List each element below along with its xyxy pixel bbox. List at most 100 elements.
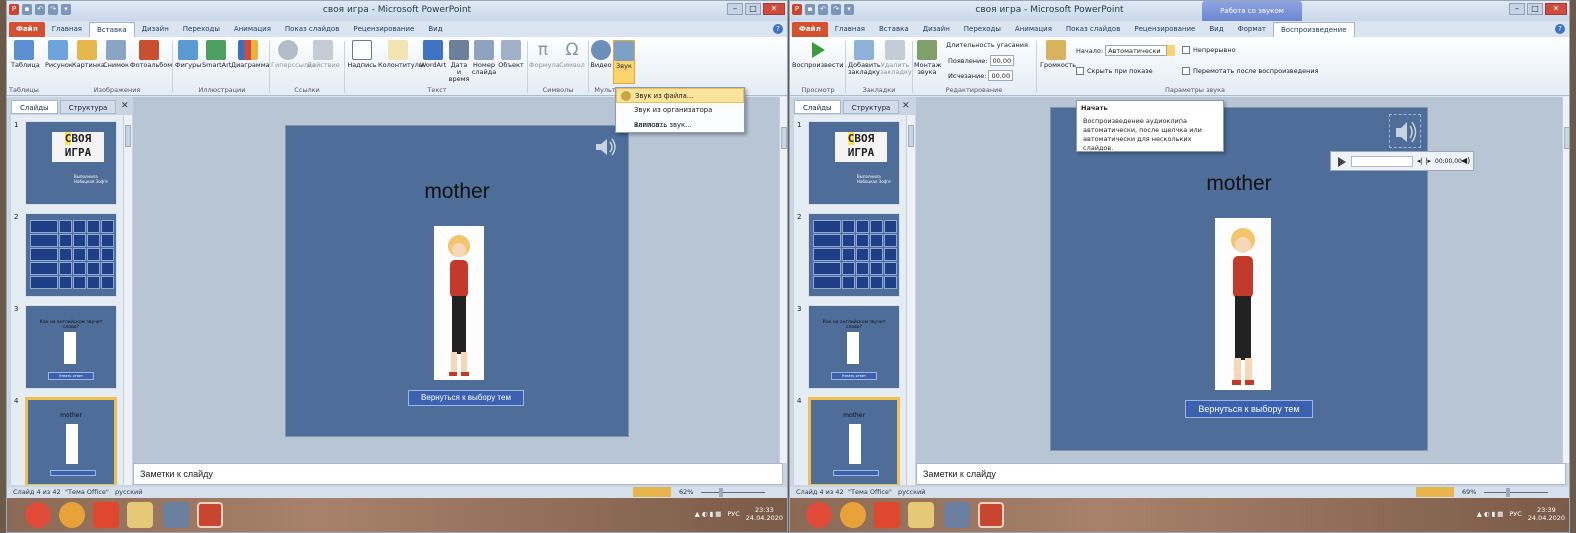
skip-icons[interactable]: ◂| |▸ xyxy=(1417,157,1431,165)
tab-insert[interactable]: Вставка xyxy=(88,22,135,37)
input-language[interactable]: РУС xyxy=(727,510,739,518)
tray-icons[interactable]: ▲ ◐ ▮ ▦ xyxy=(1477,510,1504,518)
tab-outline[interactable]: Структура xyxy=(59,100,117,114)
tray-icons[interactable]: ▲ ◐ ▮ ▦ xyxy=(695,510,722,518)
tab-file[interactable]: Файл xyxy=(792,22,828,37)
powerpoint-taskbar-icon[interactable] xyxy=(978,502,1004,528)
datetime-button[interactable]: Дата и время xyxy=(448,40,470,83)
slide-scrollbar[interactable] xyxy=(1562,97,1569,463)
tab-review[interactable]: Рецензирование xyxy=(346,22,421,37)
play-button[interactable]: Воспроизвести xyxy=(792,40,843,69)
audio-speaker-icon[interactable] xyxy=(594,136,618,158)
player-volume-icon[interactable]: ◀) xyxy=(1461,156,1470,165)
tab-slides[interactable]: Слайды xyxy=(794,100,841,114)
tab-file[interactable]: Файл xyxy=(9,22,45,37)
slide-scrollbar[interactable] xyxy=(779,97,787,463)
close-button[interactable]: ✕ xyxy=(1545,3,1567,15)
hide-checkbox[interactable] xyxy=(1076,67,1084,75)
clock[interactable]: 23:33 24.04.2020 xyxy=(746,506,783,522)
help-icon[interactable]: ? xyxy=(773,24,783,34)
menu-sound-from-clip-organizer[interactable]: Звук из организатора клипов... xyxy=(616,103,744,129)
powerpoint-taskbar-icon[interactable] xyxy=(197,502,223,528)
hide-during-show[interactable]: Скрыть при показе xyxy=(1076,67,1153,75)
audio-speaker-icon[interactable] xyxy=(1389,114,1421,148)
slide-thumb-4[interactable]: mother xyxy=(25,397,117,485)
thumbnails-scrollbar[interactable] xyxy=(123,115,132,485)
tab-slideshow[interactable]: Показ слайдов xyxy=(278,22,346,37)
yandex-icon[interactable] xyxy=(93,502,119,528)
minimize-button[interactable]: – xyxy=(727,3,743,15)
chrome-icon[interactable] xyxy=(25,502,51,528)
maximize-button[interactable]: □ xyxy=(745,3,761,15)
slide-number-button[interactable]: Номер слайда xyxy=(471,40,497,76)
rewind-checkbox[interactable] xyxy=(1182,67,1190,75)
chart-button[interactable]: Диаграмма xyxy=(231,40,270,69)
screenshot-button[interactable]: Снимок xyxy=(103,40,129,69)
view-buttons[interactable] xyxy=(633,487,671,497)
close-button[interactable]: ✕ xyxy=(763,3,785,15)
shapes-button[interactable]: Фигуры xyxy=(175,40,201,69)
tab-home[interactable]: Главная xyxy=(45,22,89,37)
chrome-icon[interactable] xyxy=(806,502,832,528)
notes-pane[interactable]: Заметки к слайду xyxy=(916,463,1566,485)
app-icon[interactable] xyxy=(163,502,189,528)
tab-home[interactable]: Главная xyxy=(828,22,872,37)
minimize-button[interactable]: – xyxy=(1509,3,1525,15)
tab-slideshow[interactable]: Показ слайдов xyxy=(1059,22,1127,37)
tab-transitions[interactable]: Переходы xyxy=(176,22,227,37)
slide-thumb-2[interactable] xyxy=(808,213,900,297)
hyperlink-button[interactable]: Гиперссылка xyxy=(271,40,316,69)
header-footer-button[interactable]: Колонтитулы xyxy=(378,40,424,69)
yandex-icon[interactable] xyxy=(874,502,900,528)
trim-audio-button[interactable]: Монтаж звука xyxy=(914,40,941,76)
help-icon[interactable]: ? xyxy=(1555,24,1565,34)
start-select[interactable]: Автоматически xyxy=(1105,45,1168,56)
tab-slides[interactable]: Слайды xyxy=(11,100,58,114)
symbol-button[interactable]: Ω Символ xyxy=(559,40,585,69)
player-play-icon[interactable] xyxy=(1337,156,1347,170)
action-button[interactable]: Действие xyxy=(307,40,340,69)
chevron-down-icon[interactable] xyxy=(1167,45,1176,56)
zoom-thumb[interactable] xyxy=(719,488,723,497)
clipart-button[interactable]: Картинка xyxy=(72,40,105,69)
picture-button[interactable]: Рисунок xyxy=(45,40,73,69)
tab-design[interactable]: Дизайн xyxy=(135,22,176,37)
maximize-button[interactable]: □ xyxy=(1527,3,1543,15)
tab-animation[interactable]: Анимация xyxy=(1008,22,1059,37)
textbox-button[interactable]: Надпись xyxy=(347,40,377,69)
slide-thumb-4[interactable]: mother xyxy=(808,397,900,485)
add-bookmark-button[interactable]: Добавить закладку xyxy=(848,40,881,76)
zoom-thumb[interactable] xyxy=(1506,488,1510,497)
formula-button[interactable]: π Формула xyxy=(529,40,560,69)
view-buttons[interactable] xyxy=(1416,487,1454,497)
thumbnails-scrollbar[interactable] xyxy=(906,115,915,485)
explorer-icon[interactable] xyxy=(127,502,153,528)
input-language[interactable]: РУС xyxy=(1509,510,1521,518)
firefox-icon[interactable] xyxy=(840,502,866,528)
close-panel-icon[interactable]: ✕ xyxy=(121,101,129,111)
clock[interactable]: 23:39 24.04.2020 xyxy=(1528,506,1565,522)
slide-thumb-2[interactable] xyxy=(25,213,117,297)
tab-format[interactable]: Формат xyxy=(1231,22,1273,37)
tab-insert[interactable]: Вставка xyxy=(872,22,916,37)
tab-design[interactable]: Дизайн xyxy=(916,22,957,37)
tab-playback[interactable]: Воспроизведение xyxy=(1272,22,1355,37)
object-button[interactable]: Объект xyxy=(498,40,524,69)
tab-view[interactable]: Вид xyxy=(421,22,449,37)
app-icon[interactable] xyxy=(944,502,970,528)
explorer-icon[interactable] xyxy=(908,502,934,528)
video-button[interactable]: Видео xyxy=(590,40,612,69)
loop-checkbox[interactable] xyxy=(1182,46,1190,54)
table-button[interactable]: Таблица xyxy=(11,40,40,69)
slide-thumb-3[interactable]: Как на английском звучит слово? Узнать о… xyxy=(808,305,900,389)
slide-thumb-1[interactable]: СВОЯ ИГРА Выполнила Набоцкая Зоф'я xyxy=(25,121,117,205)
firefox-icon[interactable] xyxy=(59,502,85,528)
tab-transitions[interactable]: Переходы xyxy=(957,22,1008,37)
back-to-topics-button[interactable]: Вернуться к выбору тем xyxy=(408,390,524,406)
menu-sound-from-file[interactable]: Звук из файла... xyxy=(616,88,744,103)
sound-button[interactable]: Звук xyxy=(613,40,635,84)
slide-thumb-1[interactable]: СВОЯ ИГРА Выполнила Набоцкая Зоф'я xyxy=(808,121,900,205)
rewind-option[interactable]: Перемотать после воспроизведения xyxy=(1182,67,1319,75)
smartart-button[interactable]: SmartArt xyxy=(202,40,231,69)
zoom-slider[interactable] xyxy=(1484,492,1548,493)
